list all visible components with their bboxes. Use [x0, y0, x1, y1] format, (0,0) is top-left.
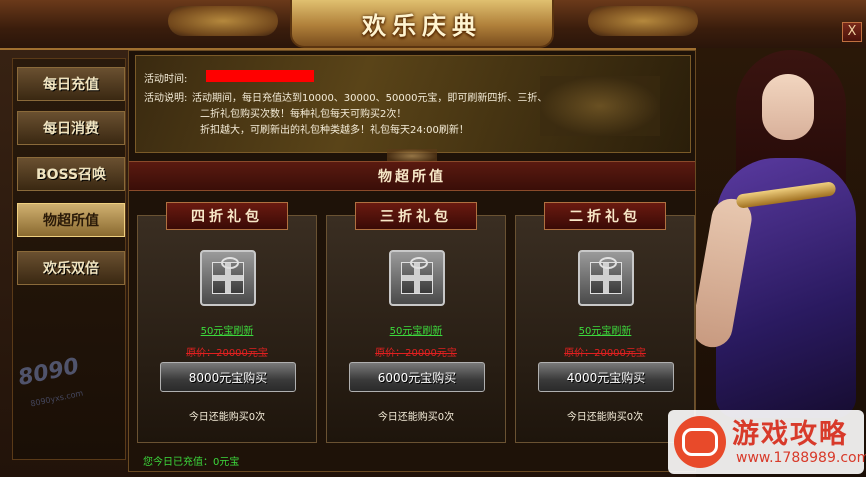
banner-decoration: [540, 76, 660, 136]
refresh-link[interactable]: 50元宝刷新: [138, 322, 316, 337]
section-header: 物超所值: [129, 161, 695, 191]
package-title: 三折礼包: [355, 202, 477, 230]
watermark-badge: 游戏攻略 www.1788989.com: [668, 410, 866, 474]
sidebar-item-double-joy[interactable]: 欢乐双倍: [17, 251, 125, 285]
gift-box-icon[interactable]: [578, 250, 634, 306]
package-card-40: 四折礼包 50元宝刷新 原价：20000元宝 8000元宝购买 今日还能购买0次: [137, 202, 317, 443]
watermark-title: 游戏攻略: [732, 419, 848, 450]
refresh-link[interactable]: 50元宝刷新: [327, 322, 505, 337]
original-price: 原价：20000元宝: [564, 348, 646, 359]
buy-button[interactable]: 4000元宝购买: [538, 362, 674, 392]
sidebar-item-daily-spend[interactable]: 每日消费: [17, 111, 125, 145]
section-title: 物超所值: [378, 169, 446, 185]
gift-box-icon[interactable]: [389, 250, 445, 306]
redacted-time-bar: [206, 70, 314, 82]
package-title: 二折礼包: [544, 202, 666, 230]
package-card-20: 二折礼包 50元宝刷新 原价：20000元宝 4000元宝购买 今日还能购买0次: [515, 202, 695, 443]
activity-desc-line1: 活动期间，每日充值达到10000、30000、50000元宝，即可刷新四折、三折…: [192, 93, 548, 104]
original-price: 原价：20000元宝: [186, 348, 268, 359]
title-ornament-right: [588, 6, 698, 36]
buy-button[interactable]: 6000元宝购买: [349, 362, 485, 392]
title-ornament-left: [168, 6, 278, 36]
title-bar: 欢乐庆典 X: [0, 0, 866, 50]
remaining-count: 今日还能购买0次: [188, 412, 266, 423]
remaining-count: 今日还能购买0次: [377, 412, 455, 423]
main-panel: 活动时间: 活动说明: 活动期间，每日充值达到10000、30000、50000…: [128, 50, 696, 472]
activity-desc-label: 活动说明:: [144, 93, 188, 104]
sidebar-item-daily-recharge[interactable]: 每日充值: [17, 67, 125, 101]
activity-time-label: 活动时间:: [144, 74, 188, 85]
refresh-link[interactable]: 50元宝刷新: [516, 322, 694, 337]
activity-desc-line2: 二折礼包购买次数！每种礼包每天可购买2次！: [200, 109, 407, 120]
sidebar-item-value-deals[interactable]: 物超所值: [17, 203, 125, 237]
original-price: 原价：20000元宝: [375, 348, 457, 359]
package-card-30: 三折礼包 50元宝刷新 原价：20000元宝 6000元宝购买 今日还能购买0次: [326, 202, 506, 443]
sidebar-item-boss-summon[interactable]: BOSS召唤: [17, 157, 125, 191]
close-button[interactable]: X: [842, 22, 862, 42]
game-window: 欢乐庆典 X 每日充值 每日消费 BOSS召唤 物超所值 欢乐双倍 8090 8…: [0, 0, 866, 477]
activity-desc-line3: 折扣越大，可刷新出的礼包种类越多！礼包每天24:00刷新！: [200, 125, 469, 136]
buy-button[interactable]: 8000元宝购买: [160, 362, 296, 392]
title-plaque: 欢乐庆典: [290, 0, 554, 48]
package-title: 四折礼包: [166, 202, 288, 230]
gamepad-icon: [674, 416, 726, 468]
window-title: 欢乐庆典: [362, 10, 482, 40]
gift-box-icon[interactable]: [200, 250, 256, 306]
activity-banner: 活动时间: 活动说明: 活动期间，每日充值达到10000、30000、50000…: [135, 55, 691, 153]
today-recharge-status: 您今日已充值：0元宝: [143, 457, 240, 468]
watermark-url: www.1788989.com: [736, 450, 866, 466]
